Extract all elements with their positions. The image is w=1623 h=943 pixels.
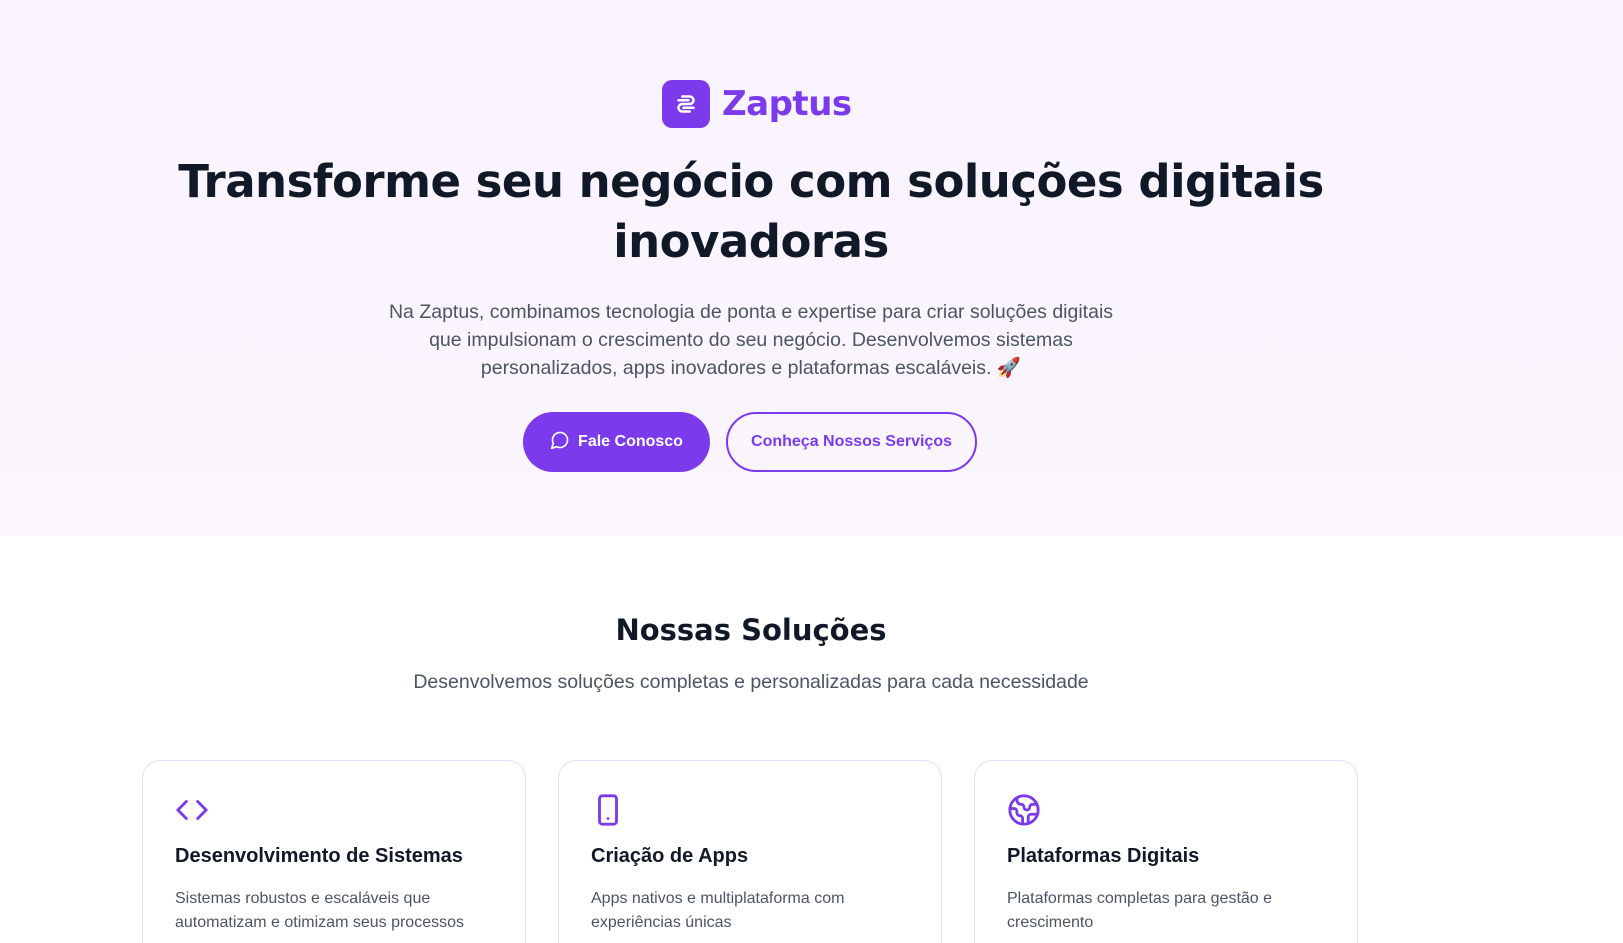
contact-button-label: Fale Conosco [578,433,683,450]
solution-card-apps[interactable]: Criação de Apps Apps nativos e multiplat… [558,760,942,943]
smartphone-icon [591,793,625,827]
services-button[interactable]: Conheça Nossos Serviços [726,412,977,472]
contact-button[interactable]: Fale Conosco [523,412,710,472]
solution-card-systems[interactable]: Desenvolvimento de Sistemas Sistemas rob… [142,760,526,943]
solutions-title: Nossas Soluções [615,613,887,647]
chat-bubble-icon [550,430,570,455]
hero-section: Zaptus Transforme seu negócio com soluçõ… [0,0,1623,536]
brand[interactable]: Zaptus [662,80,852,128]
hero-description: Na Zaptus, combinamos tecnologia de pont… [388,301,1114,379]
solution-card-platforms[interactable]: Plataformas Digitais Plataformas complet… [974,760,1358,943]
card-title: Criação de Apps [591,845,749,867]
brand-name: Zaptus [722,84,852,124]
globe-icon [1007,793,1041,827]
solutions-subtitle: Desenvolvemos soluções completas e perso… [413,671,1089,693]
card-title: Plataformas Digitais [1007,845,1200,867]
link-chain-icon [662,80,710,128]
hero-title: Transforme seu negócio com soluções digi… [178,155,1324,268]
card-title: Desenvolvimento de Sistemas [175,845,463,867]
card-description: Plataformas completas para gestão e cres… [1007,890,1273,931]
card-description: Apps nativos e multiplataforma com exper… [591,890,845,931]
code-icon [175,793,209,827]
services-button-label: Conheça Nossos Serviços [751,433,952,450]
card-description: Sistemas robustos e escaláveis que autom… [175,890,464,931]
